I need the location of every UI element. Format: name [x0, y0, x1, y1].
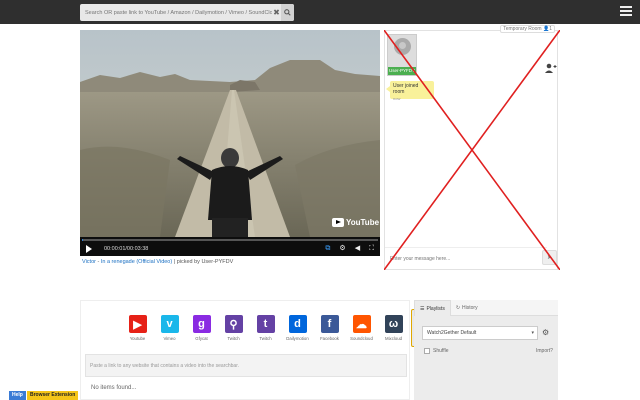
service-icons: ▶ Youtube v Vimeo g Gfycat ⚲ Twitch t Twitch d Dail… [123, 309, 440, 347]
service-dailymotion[interactable]: d Dailymotion [283, 309, 312, 347]
progress-bar[interactable] [82, 239, 378, 241]
list-icon: ☰ [420, 305, 425, 312]
close-icon[interactable]: ✖ [272, 8, 281, 17]
service-label: Twitch [259, 336, 272, 341]
chevron-down-icon: ▾ [531, 330, 534, 336]
shuffle-checkbox[interactable] [424, 348, 430, 354]
help-button[interactable]: Help [9, 391, 26, 400]
search-bar: ✖ [80, 4, 294, 21]
tab-playlists[interactable]: ☰ Playlists [414, 300, 451, 316]
service-facebook[interactable]: f Facebook [315, 309, 344, 347]
tab-history[interactable]: ↻ History [451, 300, 483, 316]
play-icon[interactable] [86, 245, 92, 253]
video-frame [80, 30, 380, 237]
dailymotion-icon: d [288, 315, 307, 333]
chat-message: User joined room now [386, 81, 434, 101]
shuffle-toggle[interactable]: Shuffle [424, 348, 448, 354]
avatar [394, 38, 411, 55]
temporary-room-badge[interactable]: Temporary Room 👤1 [500, 25, 555, 33]
hamburger-icon[interactable] [620, 5, 632, 17]
service-label: Soundcloud [350, 336, 373, 341]
no-items-text: No items found... [91, 385, 137, 391]
fullscreen-icon[interactable]: ⛶ [369, 244, 374, 253]
gfycat-icon: g [192, 315, 211, 333]
search-button[interactable] [281, 4, 294, 21]
channel-link[interactable]: Victor [82, 259, 96, 265]
video-credit: Victor - In a renegade (Official Video) … [82, 259, 234, 265]
history-icon: ↻ [455, 305, 461, 311]
volume-icon[interactable]: ◀ [355, 244, 360, 253]
top-bar: ✖ [0, 0, 640, 24]
send-icon: ➤ [546, 255, 553, 261]
user-tile[interactable]: User-PYFDV [387, 34, 417, 76]
service-mixcloud[interactable]: ω Mixcloud [379, 309, 408, 347]
service-label: Youtube [129, 336, 146, 341]
chat-panel: Temporary Room 👤1 User-PYFDV User joined… [384, 25, 558, 270]
youtube-logo-icon [332, 218, 344, 227]
time-readout: 00:00:01/00:03:38 [104, 246, 149, 252]
paste-hint: Paste a link to any website that contain… [85, 354, 407, 377]
youtube-icon: ▶ [128, 315, 147, 333]
user-name: User-PYFDV [388, 67, 416, 75]
video-title-link[interactable]: In a renegade (Official Video) [101, 259, 172, 265]
player-controls: 00:00:01/00:03:38 ⧉ ⚙ ◀ ⛶ [80, 237, 380, 256]
twitch-icon: ⚲ [224, 315, 243, 333]
send-button[interactable]: ➤ [542, 250, 557, 265]
search-icon [284, 9, 291, 16]
service-twitch[interactable]: t Twitch [251, 309, 280, 347]
service-twitch[interactable]: ⚲ Twitch [219, 309, 248, 347]
service-gfycat[interactable]: g Gfycat [187, 309, 216, 347]
video-player[interactable]: YouTube 00:00:01/00:03:38 ⧉ ⚙ ◀ ⛶ [80, 30, 380, 256]
service-youtube[interactable]: ▶ Youtube [123, 309, 152, 347]
service-label: Mixcloud [385, 336, 402, 341]
mixcloud-icon: ω [384, 315, 403, 333]
service-soundcloud[interactable]: ☁ Soundcloud [347, 309, 376, 347]
cast-icon[interactable]: ⧉ [325, 244, 330, 253]
service-label: Gfycat [195, 336, 208, 341]
browser-extension-button[interactable]: Browser Extension [27, 391, 79, 400]
service-label: Twitch [227, 336, 240, 341]
add-user-icon[interactable] [545, 63, 557, 76]
message-input[interactable] [385, 247, 547, 269]
service-label: Dailymotion [286, 336, 309, 341]
twitch-icon: t [256, 315, 275, 333]
sources-panel: ▶ Youtube v Vimeo g Gfycat ⚲ Twitch t Twitch d Dail… [80, 300, 440, 400]
playlist-select[interactable]: Watch2Gether Default ▾ [422, 326, 538, 340]
search-input[interactable] [80, 4, 272, 21]
progress-fill [82, 239, 84, 241]
import-link[interactable]: Import? [536, 348, 553, 354]
playlist-panel: ☰ Playlists ↻ History Watch2Gether Default… [414, 300, 558, 400]
gear-icon[interactable]: ⚙ [339, 244, 345, 253]
soundcloud-icon: ☁ [352, 315, 371, 333]
service-label: Facebook [320, 336, 339, 341]
service-vimeo[interactable]: v Vimeo [155, 309, 184, 347]
facebook-icon: f [320, 315, 339, 333]
gear-icon[interactable]: ⚙ [542, 328, 549, 337]
vimeo-icon: v [160, 315, 179, 333]
playlist-tabs: ☰ Playlists ↻ History [414, 300, 558, 316]
service-label: Vimeo [163, 336, 176, 341]
youtube-watermark: YouTube [332, 218, 379, 227]
